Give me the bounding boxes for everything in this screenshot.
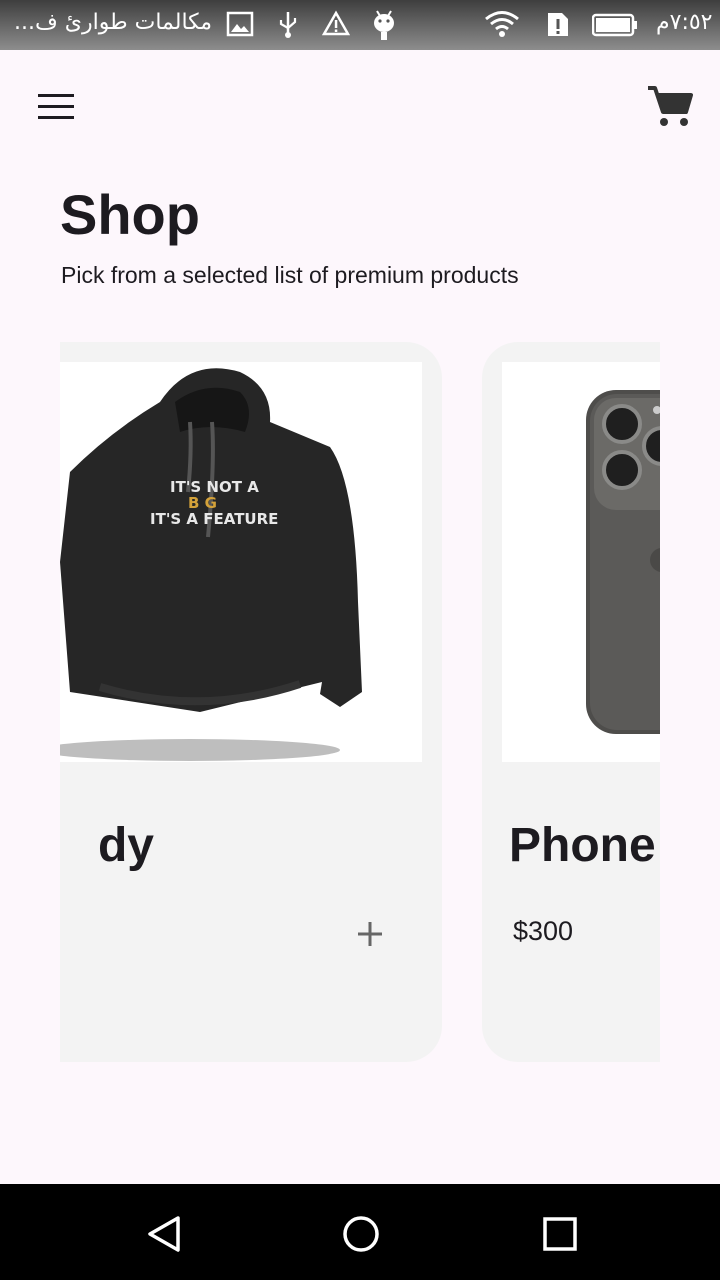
page-subtitle: Pick from a selected list of premium pro… bbox=[61, 262, 519, 288]
battery-icon bbox=[592, 13, 637, 37]
product-card[interactable]: IT'S NOT A B G IT'S A FEATURE dy bbox=[60, 342, 442, 1062]
product-price: $300 bbox=[513, 916, 574, 946]
product-card[interactable]: Phone $300 bbox=[482, 342, 660, 1062]
warning-icon bbox=[322, 10, 350, 36]
phone-image bbox=[502, 362, 660, 762]
hoodie-illustration: IT'S NOT A B G IT'S A FEATURE bbox=[60, 368, 362, 761]
phone-illustration bbox=[586, 390, 660, 734]
android-icon bbox=[374, 10, 394, 40]
image-icon bbox=[226, 11, 254, 37]
page-title: Shop bbox=[60, 183, 200, 246]
app-bar bbox=[0, 50, 720, 162]
wifi-icon bbox=[485, 11, 519, 37]
recents-icon[interactable] bbox=[538, 1212, 582, 1256]
system-nav-bar bbox=[0, 1184, 720, 1280]
sim-alert-icon bbox=[548, 13, 568, 36]
notification-text: مكالمات طوارئ ف... bbox=[14, 10, 213, 35]
menu-icon[interactable] bbox=[38, 94, 74, 120]
status-bar: ٧:٥٢م مكالمات طوارئ ف... bbox=[0, 0, 720, 50]
home-icon[interactable] bbox=[339, 1212, 383, 1256]
back-icon[interactable] bbox=[142, 1212, 186, 1256]
product-carousel[interactable]: IT'S NOT A B G IT'S A FEATURE dy Phone $… bbox=[60, 342, 660, 1062]
product-name: dy bbox=[97, 819, 154, 872]
time: ٧:٥٢م bbox=[656, 10, 713, 35]
cart-icon[interactable] bbox=[646, 82, 694, 130]
print-line-3: IT'S A FEATURE bbox=[150, 510, 278, 528]
usb-icon bbox=[279, 12, 297, 38]
plus-icon[interactable] bbox=[354, 918, 386, 950]
hoodie-image: IT'S NOT A B G IT'S A FEATURE bbox=[60, 362, 422, 762]
product-name: Phone bbox=[509, 819, 656, 872]
